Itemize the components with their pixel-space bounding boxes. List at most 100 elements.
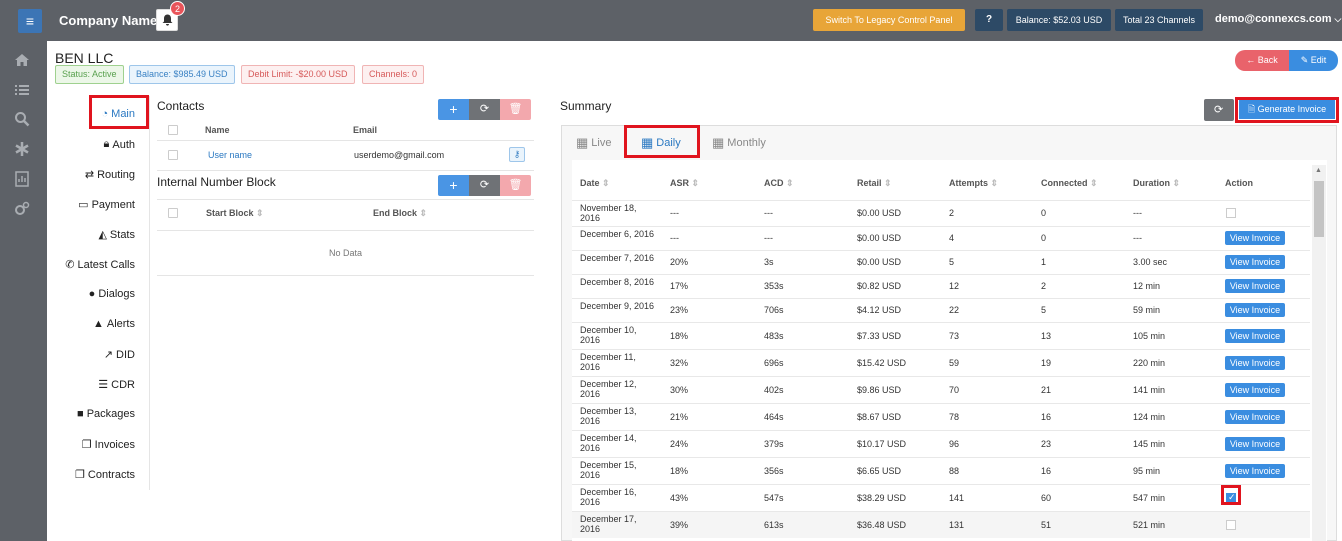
cell-asr: 21% (670, 412, 689, 422)
col-asr[interactable]: ASR ⇕ (670, 178, 699, 189)
col-retail[interactable]: Retail ⇕ (857, 178, 892, 189)
cell-asr: 20% (670, 257, 689, 267)
col-connected[interactable]: Connected ⇕ (1041, 178, 1098, 189)
delete-contact-button[interactable]: 🗑︎ (500, 99, 531, 120)
nav-item-invoices[interactable]: ❐ Invoices (82, 438, 135, 452)
menu-toggle-button[interactable]: ≡ (18, 9, 42, 33)
cell-duration: 105 min (1133, 331, 1166, 341)
plus-icon: + (449, 177, 458, 193)
select-all-contacts-checkbox[interactable] (168, 125, 178, 135)
nav-item-auth[interactable]: 🔒︎ Auth (104, 138, 136, 151)
cell-connected: 23 (1041, 439, 1052, 449)
cell-duration: 59 min (1133, 305, 1161, 315)
add-contact-button[interactable]: + (438, 99, 469, 120)
nav-item-did[interactable]: ↗ DID (104, 348, 135, 362)
cell-asr: 43% (670, 493, 689, 503)
col-attempts[interactable]: Attempts ⇕ (949, 178, 998, 189)
cell-connected: 0 (1041, 208, 1047, 218)
nav-item-contracts[interactable]: ❐ Contracts (75, 468, 135, 482)
switch-legacy-button[interactable]: Switch To Legacy Control Panel (813, 9, 965, 31)
col-date[interactable]: Date ⇕ (580, 178, 610, 189)
divider (157, 140, 534, 141)
account-nav: ◔ Main 🔒︎ Auth ⇄ Routing ▭ Payment ◭ Stats ✆ L… (55, 96, 150, 490)
cell-duration: 141 min (1133, 385, 1166, 395)
list-icon[interactable] (14, 82, 30, 98)
cell-connected: 13 (1041, 331, 1052, 341)
back-button[interactable]: ← Back (1235, 50, 1289, 71)
view-invoice-button[interactable]: View Invoice (1225, 255, 1285, 269)
cell-asr: 24% (670, 439, 689, 449)
contacts-col-email: Email (353, 125, 378, 135)
cell-date: December 8, 2016 (580, 277, 655, 287)
report-icon[interactable] (14, 171, 30, 187)
cell-retail: $36.48 USD (857, 520, 907, 530)
view-invoice-button[interactable]: View Invoice (1225, 279, 1285, 293)
tab-monthly[interactable]: ▦ Monthly (712, 135, 766, 151)
col-acd[interactable]: ACD ⇕ (764, 178, 794, 189)
select-all-blocks-checkbox[interactable] (168, 208, 178, 218)
view-invoice-button[interactable]: View Invoice (1225, 231, 1285, 245)
highlight-daily-tab (624, 125, 700, 158)
nav-item-cdr[interactable]: ☰ CDR (98, 378, 135, 392)
nav-item-payment[interactable]: ▭ Payment (78, 198, 135, 212)
contact-key-button[interactable]: ⚷ (509, 147, 525, 162)
cell-connected: 16 (1041, 412, 1052, 422)
view-invoice-button[interactable]: View Invoice (1225, 437, 1285, 451)
view-invoice-button[interactable]: View Invoice (1225, 303, 1285, 317)
search-icon[interactable] (14, 111, 30, 127)
cell-acd: 464s (764, 412, 784, 422)
cell-date: December 17, 2016 (580, 514, 637, 534)
tab-live[interactable]: ▦ Live (576, 135, 611, 151)
cell-attempts: 73 (949, 331, 960, 341)
col-duration[interactable]: Duration ⇕ (1133, 178, 1180, 189)
delete-number-block-button[interactable]: 🗑︎ (500, 175, 531, 196)
cell-duration: 220 min (1133, 358, 1166, 368)
edit-button[interactable]: ✎ Edit (1289, 50, 1338, 71)
row-select-checkbox[interactable] (1226, 208, 1236, 218)
contact-row-checkbox[interactable] (168, 150, 178, 160)
col-start-block[interactable]: Start Block ⇕ (206, 208, 264, 219)
cell-acd: 706s (764, 305, 784, 315)
cell-asr: 18% (670, 466, 689, 476)
nav-item-routing[interactable]: ⇄ Routing (84, 168, 135, 182)
col-end-block[interactable]: End Block ⇕ (373, 208, 427, 219)
view-invoice-button[interactable]: View Invoice (1225, 410, 1285, 424)
view-invoice-button[interactable]: View Invoice (1225, 464, 1285, 478)
nav-item-latest-calls[interactable]: ✆ Latest Calls (65, 258, 135, 272)
help-button[interactable]: ? (975, 9, 1003, 31)
nav-item-dialogs[interactable]: ● Dialogs (89, 288, 135, 300)
view-invoice-button[interactable]: View Invoice (1225, 329, 1285, 343)
cell-acd: 379s (764, 439, 784, 449)
view-invoice-button[interactable]: View Invoice (1225, 356, 1285, 370)
refresh-number-block-button[interactable]: ⟳ (469, 175, 500, 196)
contact-name-link[interactable]: User name (208, 150, 252, 160)
divider (157, 230, 534, 231)
summary-refresh-button[interactable]: ⟳ (1204, 99, 1234, 121)
user-menu[interactable]: demo@connexcs.com ⌵ (1215, 13, 1341, 25)
scroll-up-icon[interactable]: ▲ (1315, 167, 1322, 174)
nav-item-packages[interactable]: ■ Packages (77, 408, 135, 420)
shuffle-icon: ⇄ (84, 169, 95, 181)
table-scrollbar[interactable]: ▲ (1312, 165, 1326, 541)
cell-retail: $0.00 USD (857, 208, 902, 218)
chevron-down-icon: ⌵ (1334, 14, 1342, 24)
nav-item-alerts[interactable]: ▲ Alerts (93, 318, 135, 330)
cell-retail: $38.29 USD (857, 493, 907, 503)
refresh-icon: ⟳ (1214, 104, 1224, 116)
divider (157, 199, 534, 200)
sort-icon: ⇕ (256, 208, 264, 218)
refresh-contacts-button[interactable]: ⟳ (469, 99, 500, 120)
view-invoice-button[interactable]: View Invoice (1225, 383, 1285, 397)
cell-date: December 15, 2016 (580, 460, 637, 480)
scroll-thumb[interactable] (1314, 181, 1324, 237)
contacts-title: Contacts (157, 99, 205, 113)
cell-attempts: 22 (949, 305, 960, 315)
add-number-block-button[interactable]: + (438, 175, 469, 196)
asterisk-icon[interactable] (14, 141, 30, 157)
cell-acd: 3s (764, 257, 774, 267)
nav-item-stats[interactable]: ◭ Stats (98, 228, 135, 242)
settings-icon[interactable] (14, 201, 30, 217)
cell-connected: 51 (1041, 520, 1052, 530)
home-icon[interactable] (14, 52, 30, 68)
row-select-checkbox[interactable] (1226, 520, 1236, 530)
